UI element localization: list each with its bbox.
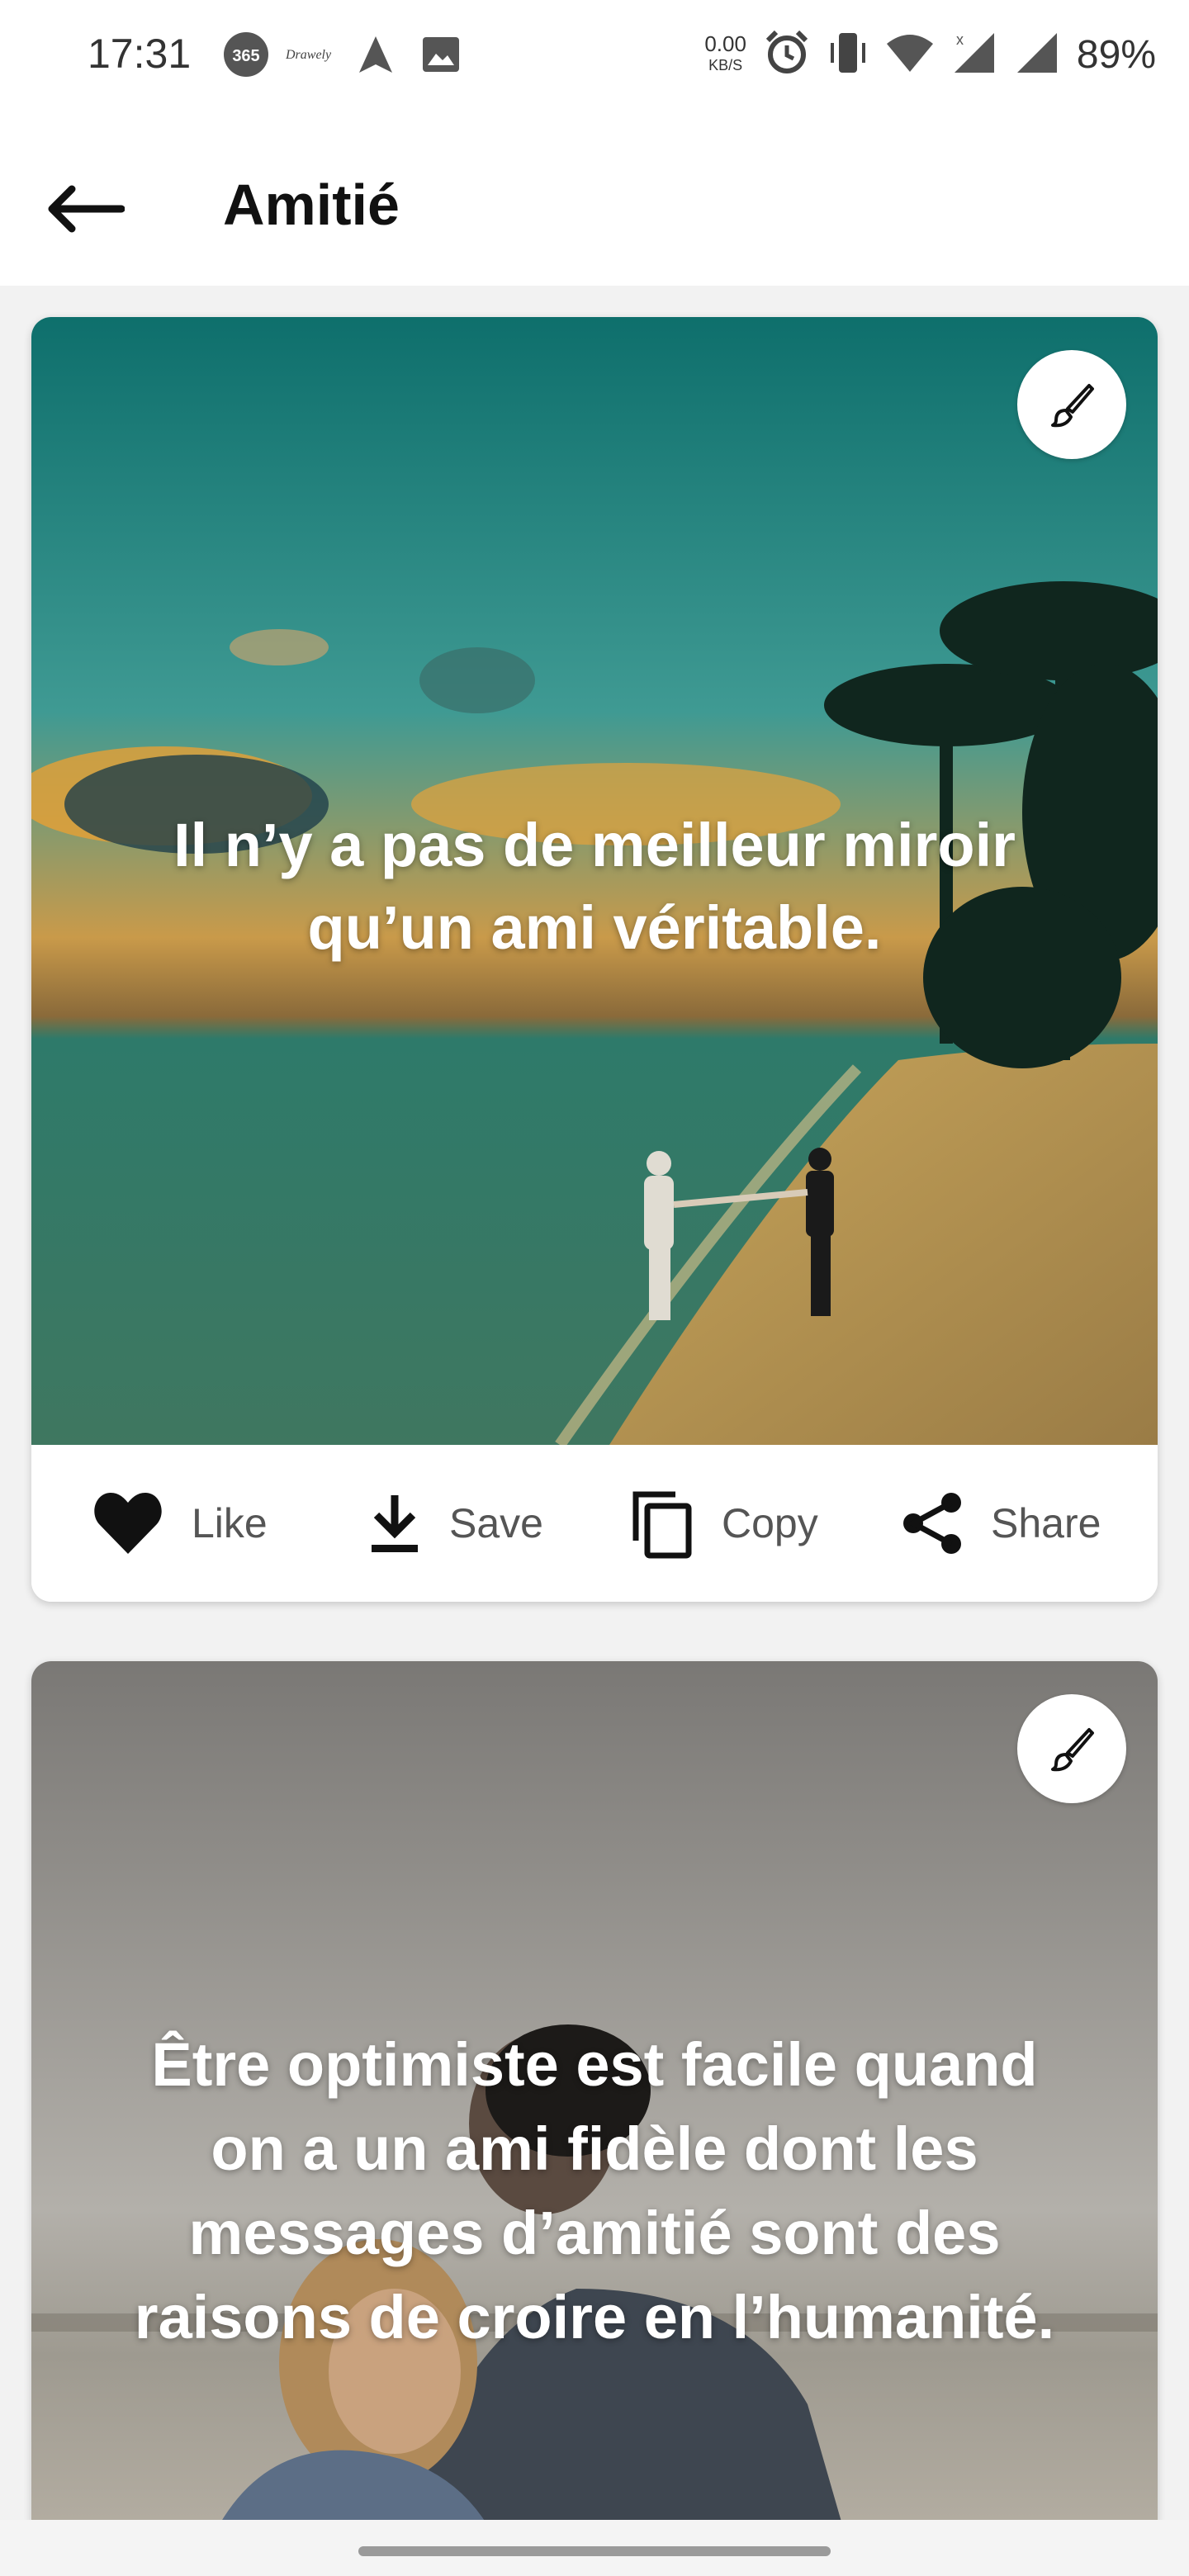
app-bar: Amitié: [0, 112, 1189, 286]
heart-icon: [94, 1493, 162, 1554]
share-button[interactable]: Share: [902, 1445, 1101, 1602]
copy-icon: [632, 1491, 692, 1559]
save-label: Save: [449, 1500, 543, 1546]
save-button[interactable]: Save: [368, 1445, 543, 1602]
app-365-icon: 365: [221, 30, 271, 79]
vibrate-icon: [827, 30, 869, 80]
quote-card: Il n’y a pas de meilleur miroir qu’un am…: [31, 317, 1158, 1602]
download-icon: [372, 1495, 418, 1552]
quote-text: Il n’y a pas de meilleur miroir qu’un am…: [173, 811, 1016, 962]
paint-brush-icon: [1051, 384, 1094, 428]
status-bar: 17:31 365 Drawely 0.00 KB/S x 89%: [0, 0, 1189, 112]
back-arrow-icon: [48, 185, 125, 233]
battery-percent: 89%: [1076, 32, 1156, 77]
like-button[interactable]: Like: [92, 1445, 268, 1602]
edit-button[interactable]: [1017, 1694, 1126, 1803]
share-label: Share: [991, 1500, 1101, 1546]
share-icon: [903, 1493, 961, 1554]
card-actions: Like Save Copy Share: [31, 1445, 1158, 1602]
navigation-icon: [355, 30, 396, 79]
copy-button[interactable]: Copy: [629, 1445, 818, 1602]
gesture-handle[interactable]: [358, 2546, 831, 2556]
back-button[interactable]: [40, 163, 130, 254]
drawerly-icon: Drawely: [286, 30, 335, 79]
signal-icon: x: [951, 30, 997, 80]
like-label: Like: [192, 1500, 268, 1546]
svg-text:x: x: [956, 31, 964, 48]
alarm-icon: [763, 29, 811, 81]
copy-label: Copy: [722, 1500, 818, 1546]
page-title: Amitié: [223, 173, 400, 237]
edit-button[interactable]: [1017, 350, 1126, 459]
gallery-icon: [419, 30, 462, 79]
svg-text:365: 365: [232, 47, 259, 65]
quote-text: Être optimiste est facile quand on a un …: [134, 2030, 1055, 2351]
status-time: 17:31: [88, 31, 192, 77]
quote-image: Être optimiste est facile quand on a un …: [31, 1661, 1158, 2576]
quote-image: Il n’y a pas de meilleur miroir qu’un am…: [31, 317, 1158, 1445]
signal-icon-2: [1014, 30, 1060, 80]
paint-brush-icon: [1051, 1728, 1094, 1772]
quote-card: Être optimiste est facile quand on a un …: [31, 1661, 1158, 2576]
net-speed: 0.00 KB/S: [704, 31, 746, 73]
wifi-icon: [885, 32, 935, 78]
svg-text:Drawely: Drawely: [286, 48, 332, 62]
